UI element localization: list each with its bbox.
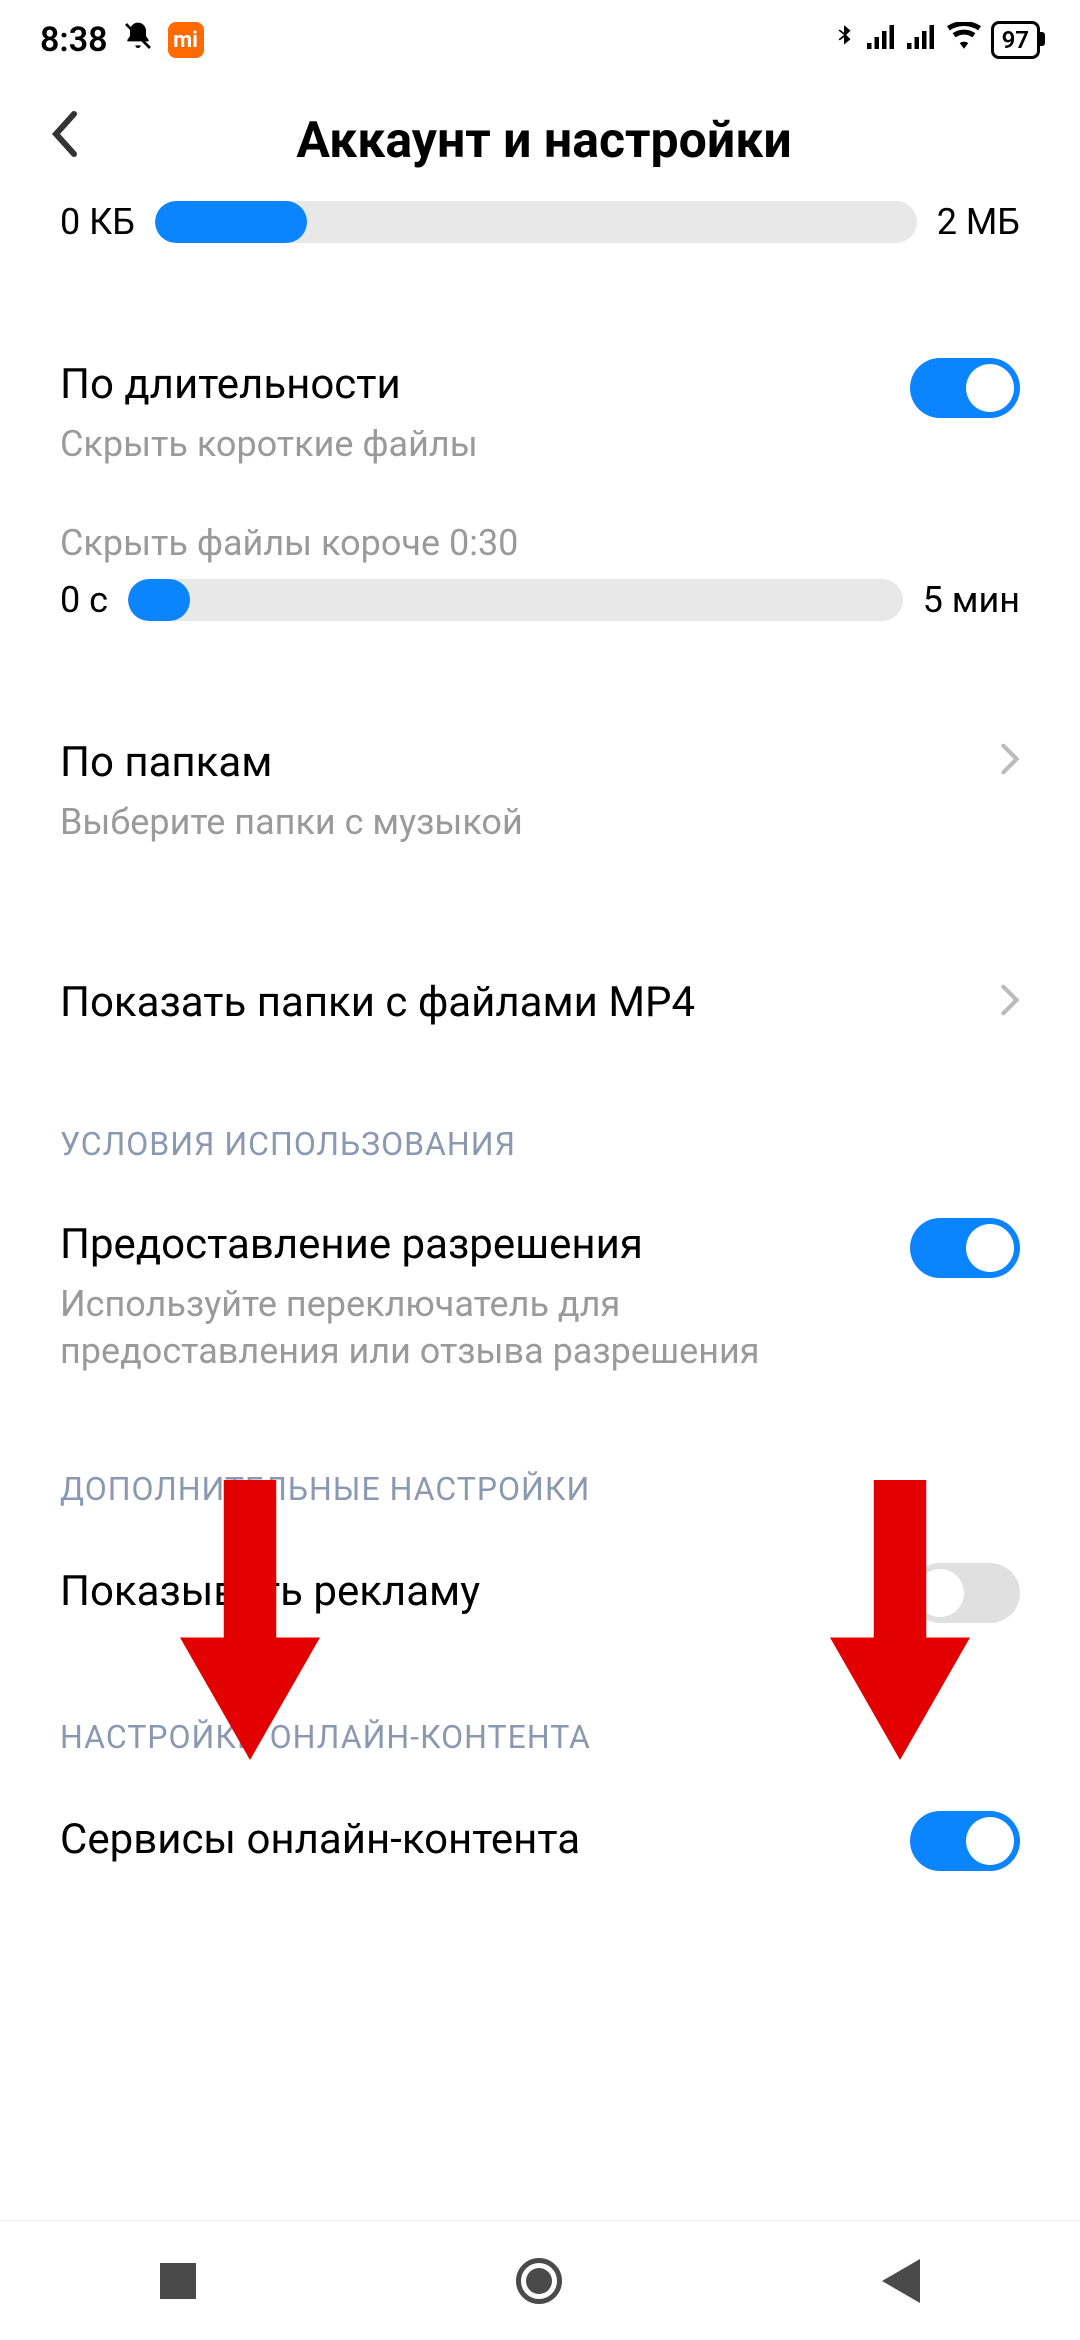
section-additional: ДОПОЛНИТЕЛЬНЫЕ НАСТРОЙКИ xyxy=(60,1470,1020,1508)
mute-icon xyxy=(122,20,154,60)
duration-slider[interactable]: 0 с 5 мин xyxy=(60,579,1020,621)
duration-toggle[interactable] xyxy=(910,358,1020,418)
permission-subtitle: Используйте переключатель для предоставл… xyxy=(60,1281,880,1375)
status-time: 8:38 xyxy=(40,20,108,60)
status-bar: 8:38 mi 97 xyxy=(0,0,1080,80)
battery-icon: 97 xyxy=(991,21,1040,59)
navigation-bar xyxy=(0,2220,1080,2340)
size-slider-track[interactable] xyxy=(155,201,917,243)
duration-min-label: 0 с xyxy=(60,579,108,621)
chevron-right-icon xyxy=(1000,736,1020,788)
section-online: НАСТРОЙКИ ОНЛАЙН-КОНТЕНТА xyxy=(60,1718,1020,1756)
chevron-right-icon xyxy=(1000,977,1020,1029)
duration-hint: Скрыть файлы короче 0:30 xyxy=(60,522,1020,564)
size-min-label: 0 КБ xyxy=(60,201,135,243)
ads-title: Показывать рекламу xyxy=(60,1565,880,1620)
duration-filter-row: По длительности Скрыть короткие файлы xyxy=(60,323,1020,502)
permission-toggle[interactable] xyxy=(910,1218,1020,1278)
header: Аккаунт и настройки xyxy=(0,80,1080,201)
mp4-row[interactable]: Показать папки с файлами MP4 xyxy=(60,941,1020,1066)
signal-icon-2 xyxy=(907,23,937,58)
nav-recents-button[interactable] xyxy=(160,2263,196,2299)
bluetooth-icon xyxy=(831,20,857,60)
size-filter-slider[interactable]: 0 КБ 2 МБ xyxy=(60,201,1020,243)
duration-max-label: 5 мин xyxy=(923,579,1020,621)
ads-toggle[interactable] xyxy=(910,1563,1020,1623)
page-title: Аккаунт и настройки xyxy=(108,112,980,170)
mp4-title: Показать папки с файлами MP4 xyxy=(60,976,970,1031)
permission-row: Предоставление разрешения Используйте пе… xyxy=(60,1183,1020,1409)
section-terms: УСЛОВИЯ ИСПОЛЬЗОВАНИЯ xyxy=(60,1125,1020,1163)
duration-subtitle: Скрыть короткие файлы xyxy=(60,421,880,468)
folders-row[interactable]: По папкам Выберите папки с музыкой xyxy=(60,701,1020,880)
mi-app-icon: mi xyxy=(168,22,204,58)
online-services-row: Сервисы онлайн-контента xyxy=(60,1776,1020,1906)
folders-subtitle: Выберите папки с музыкой xyxy=(60,799,970,846)
wifi-icon xyxy=(947,22,981,58)
folders-title: По папкам xyxy=(60,736,970,791)
online-services-toggle[interactable] xyxy=(910,1811,1020,1871)
size-max-label: 2 МБ xyxy=(937,201,1020,243)
duration-slider-track[interactable] xyxy=(128,579,903,621)
nav-home-button[interactable] xyxy=(516,2258,562,2304)
nav-back-button[interactable] xyxy=(882,2259,920,2303)
ads-row: Показывать рекламу xyxy=(60,1528,1020,1658)
back-button[interactable] xyxy=(50,110,108,171)
permission-title: Предоставление разрешения xyxy=(60,1218,880,1273)
online-services-title: Сервисы онлайн-контента xyxy=(60,1813,880,1868)
duration-title: По длительности xyxy=(60,358,880,413)
signal-icon xyxy=(867,23,897,58)
